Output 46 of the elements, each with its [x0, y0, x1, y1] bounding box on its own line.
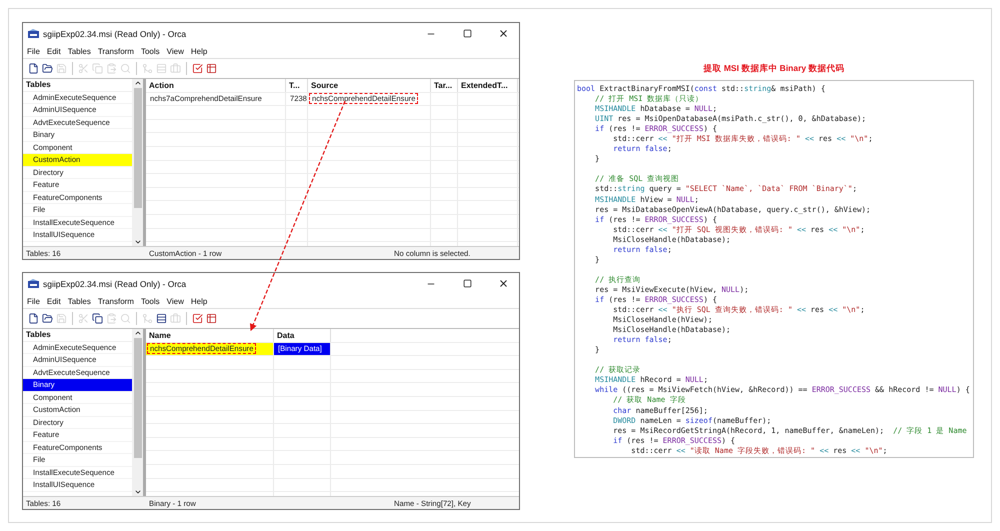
scroll-up-icon[interactable] — [134, 79, 142, 87]
copy-icon[interactable] — [92, 313, 103, 324]
scroll-up-icon[interactable] — [134, 329, 142, 337]
menu-item[interactable]: Tools — [140, 46, 160, 56]
menu-item[interactable]: Help — [190, 46, 208, 56]
column-header[interactable]: Source — [308, 79, 431, 92]
new-file-icon[interactable] — [28, 313, 39, 324]
app-icon — [28, 278, 39, 288]
folder-icon[interactable] — [42, 63, 53, 74]
folder-icon[interactable] — [42, 313, 53, 324]
checkbox-icon[interactable] — [192, 63, 203, 74]
close-icon[interactable] — [498, 28, 508, 39]
scrollbar-thumb[interactable] — [134, 338, 142, 458]
column-header[interactable]: T... — [286, 79, 308, 92]
column-header[interactable]: Action — [146, 79, 286, 92]
column-header[interactable]: Data — [274, 329, 331, 342]
menu-item[interactable]: File — [27, 296, 40, 306]
window-title: sgiipExp02.34.msi (Read Only) - Orca — [43, 28, 188, 38]
menu-item[interactable]: Edit — [46, 296, 61, 306]
scroll-down-icon[interactable] — [134, 238, 142, 246]
menu-item[interactable]: Transform — [98, 46, 134, 56]
menu-item[interactable]: Tables — [68, 46, 91, 56]
app-icon — [28, 28, 39, 38]
window-title: sgiipExp02.34.msi (Read Only) - Orca — [43, 278, 188, 288]
menu-item[interactable]: Tools — [140, 296, 160, 306]
scrollbar-thumb[interactable] — [134, 88, 142, 208]
column-header[interactable]: Name — [146, 329, 274, 342]
maximize-icon[interactable] — [462, 279, 472, 288]
menu-item[interactable]: Help — [190, 296, 208, 306]
menu-item[interactable]: Tables — [68, 296, 91, 306]
column-header[interactable]: ExtendedT... — [458, 79, 518, 92]
scroll-down-icon[interactable] — [134, 488, 142, 496]
close-icon[interactable] — [498, 278, 508, 289]
table-icon[interactable] — [206, 313, 217, 324]
menu-item[interactable]: Transform — [98, 296, 134, 306]
new-file-icon[interactable] — [28, 63, 39, 74]
menu-item[interactable]: Edit — [46, 46, 61, 56]
code-title: 提取 MSI 数据库中 Binary 数据代码 — [703, 63, 844, 75]
menu-item[interactable]: View — [166, 296, 184, 306]
menu-item[interactable]: View — [166, 46, 184, 56]
table-icon[interactable] — [206, 63, 217, 74]
column-header[interactable]: Tar... — [431, 79, 458, 92]
menu-item[interactable]: File — [27, 46, 40, 56]
rows-icon[interactable] — [156, 313, 167, 324]
maximize-icon[interactable] — [462, 29, 472, 38]
checkbox-icon[interactable] — [192, 313, 203, 324]
